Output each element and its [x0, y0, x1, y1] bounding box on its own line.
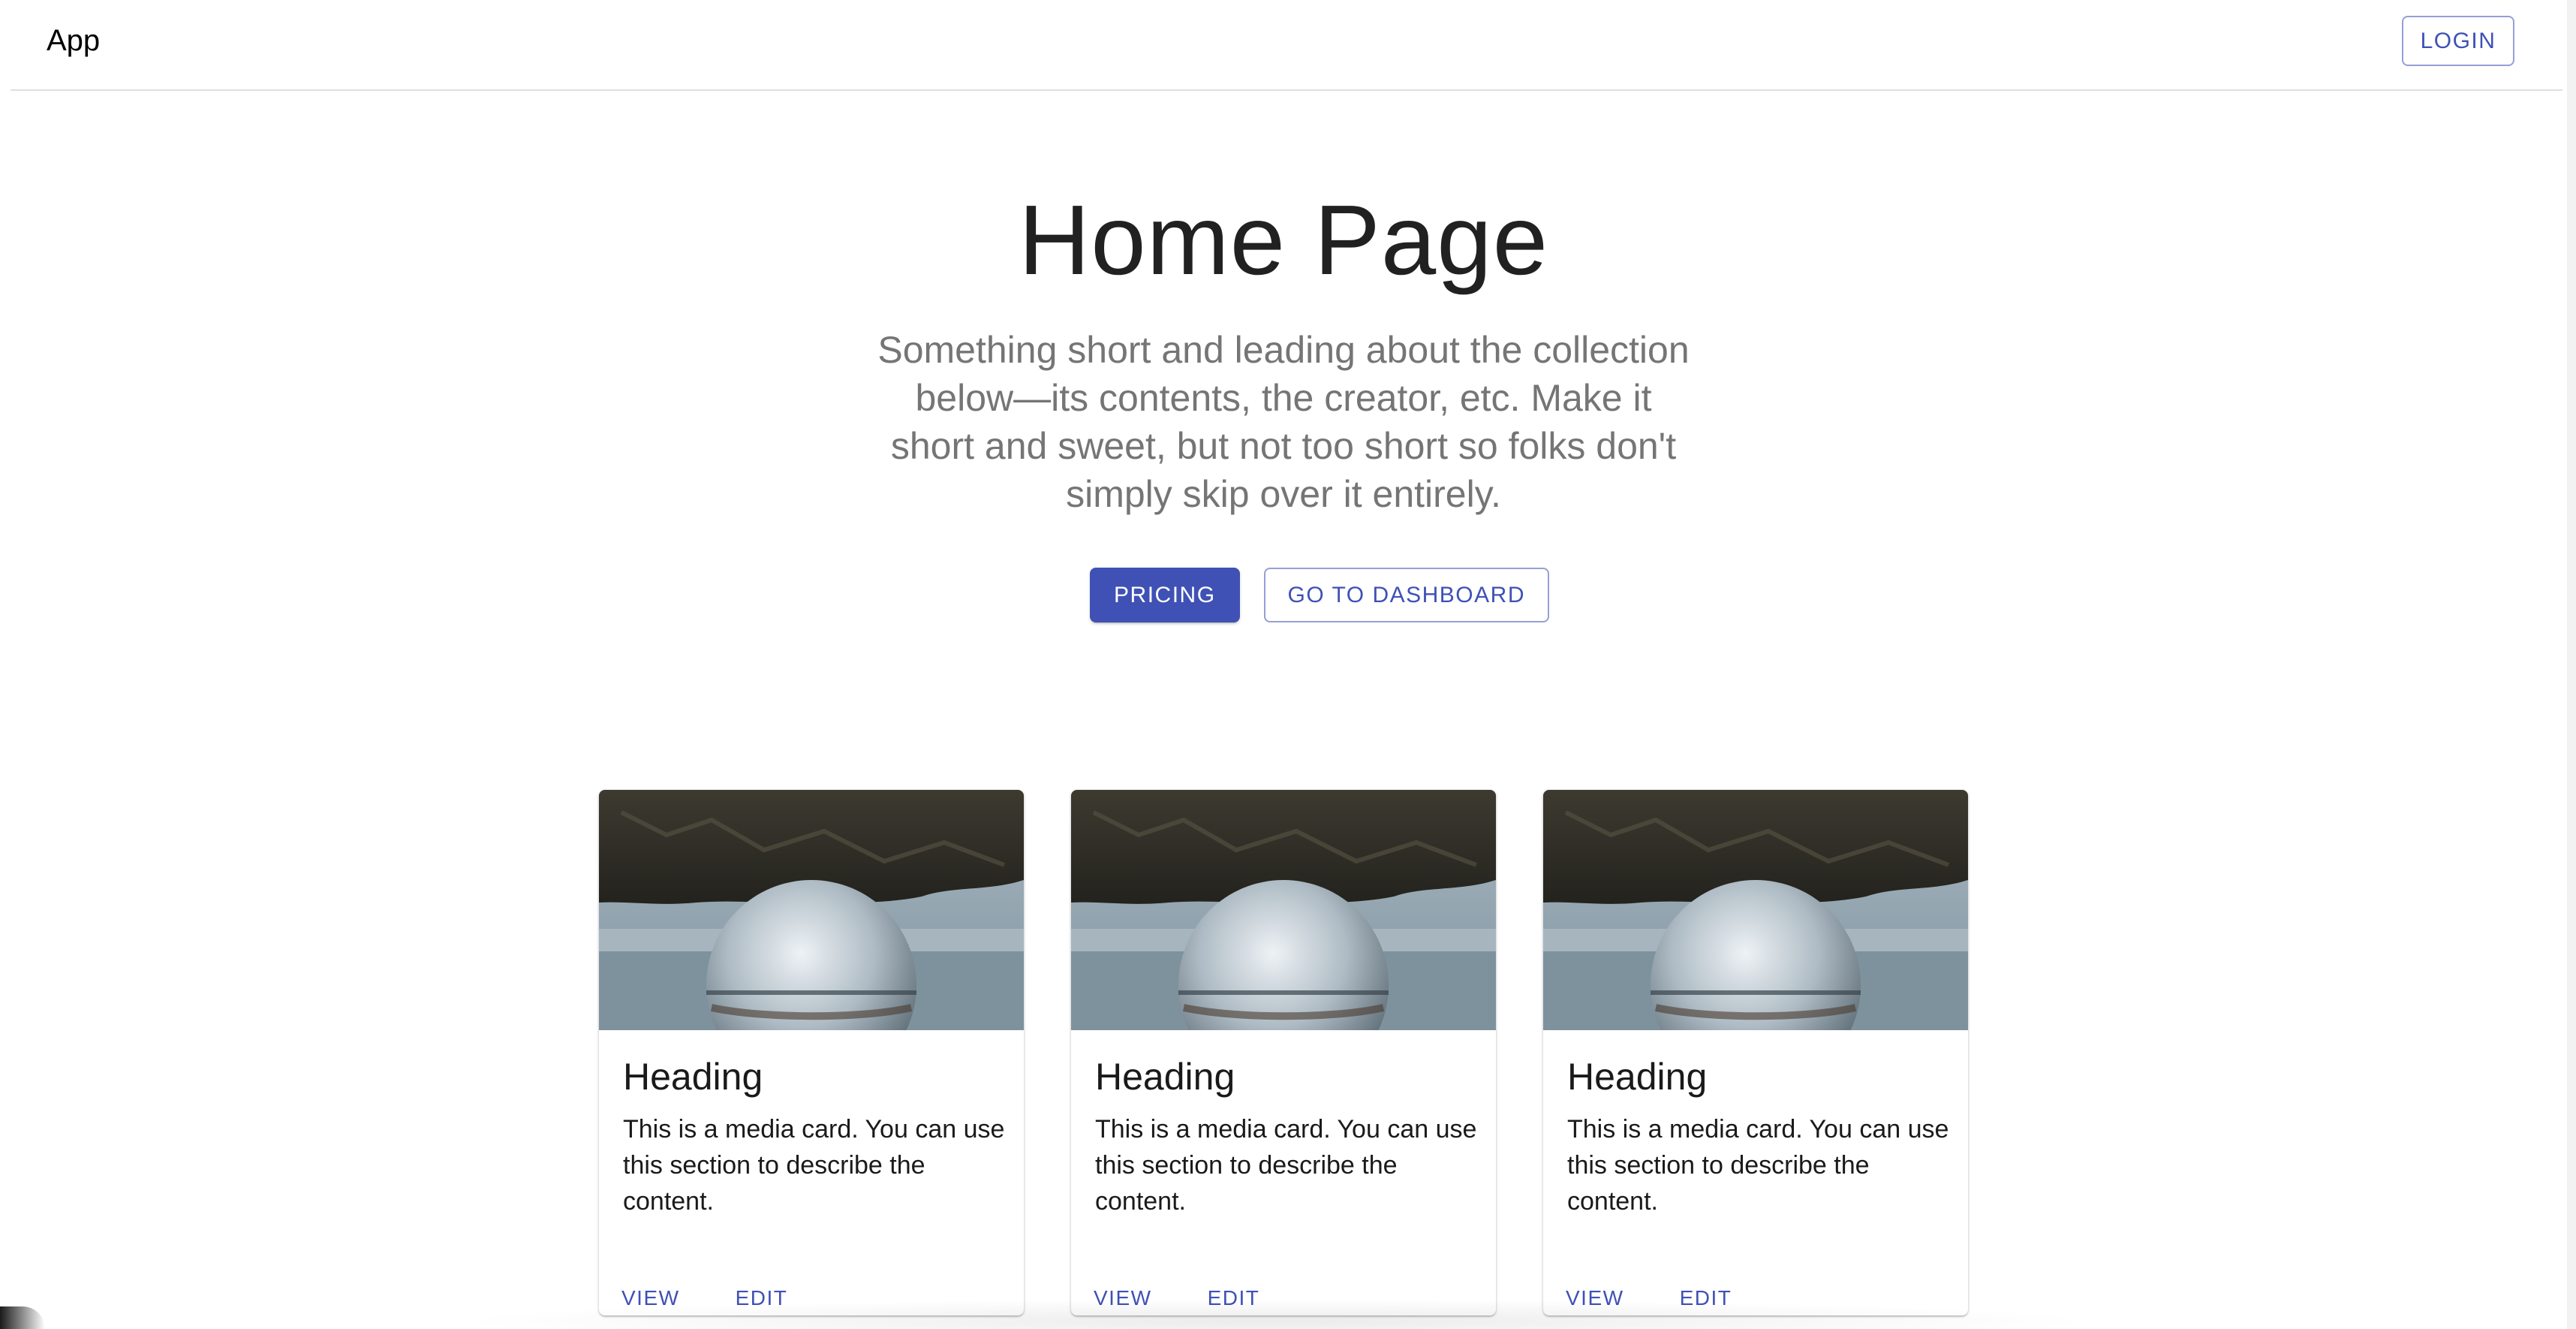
scrollbar-track[interactable]: [2567, 0, 2576, 1329]
hero-actions: PRICING GO TO DASHBOARD: [0, 568, 2567, 622]
card-heading: Heading: [1567, 1056, 1708, 1098]
bottom-shadow: [450, 1299, 2102, 1329]
crystal-ball-photo: [1071, 790, 1496, 1030]
card-grid: Heading This is a media card. You can us…: [599, 790, 1970, 1315]
hero-subtitle: Something short and leading about the co…: [877, 329, 1690, 515]
pricing-button[interactable]: PRICING: [1090, 568, 1240, 622]
login-button[interactable]: LOGIN: [2402, 16, 2514, 66]
card-description: This is a media card. You can use this s…: [1567, 1115, 1949, 1216]
window-corner: [0, 1306, 45, 1329]
page: App LOGIN Home Page Something short and …: [0, 0, 2567, 1329]
card-description: This is a media card. You can use this s…: [1095, 1115, 1477, 1216]
crystal-ball-photo: [599, 790, 1024, 1030]
card-image: [1543, 790, 1968, 1030]
media-card: Heading This is a media card. You can us…: [599, 790, 1024, 1315]
media-card: Heading This is a media card. You can us…: [1543, 790, 1968, 1315]
card-description: This is a media card. You can use this s…: [623, 1115, 1005, 1216]
crystal-ball-photo: [1543, 790, 1968, 1030]
go-to-dashboard-button[interactable]: GO TO DASHBOARD: [1263, 568, 1549, 622]
card-image: [599, 790, 1024, 1030]
app-bar: App LOGIN: [11, 0, 2562, 91]
media-card: Heading This is a media card. You can us…: [1071, 790, 1496, 1315]
card-image: [1071, 790, 1496, 1030]
app-brand[interactable]: App: [47, 23, 100, 59]
page-title: Home Page: [1018, 185, 1549, 295]
card-heading: Heading: [623, 1056, 763, 1098]
card-heading: Heading: [1095, 1056, 1235, 1098]
